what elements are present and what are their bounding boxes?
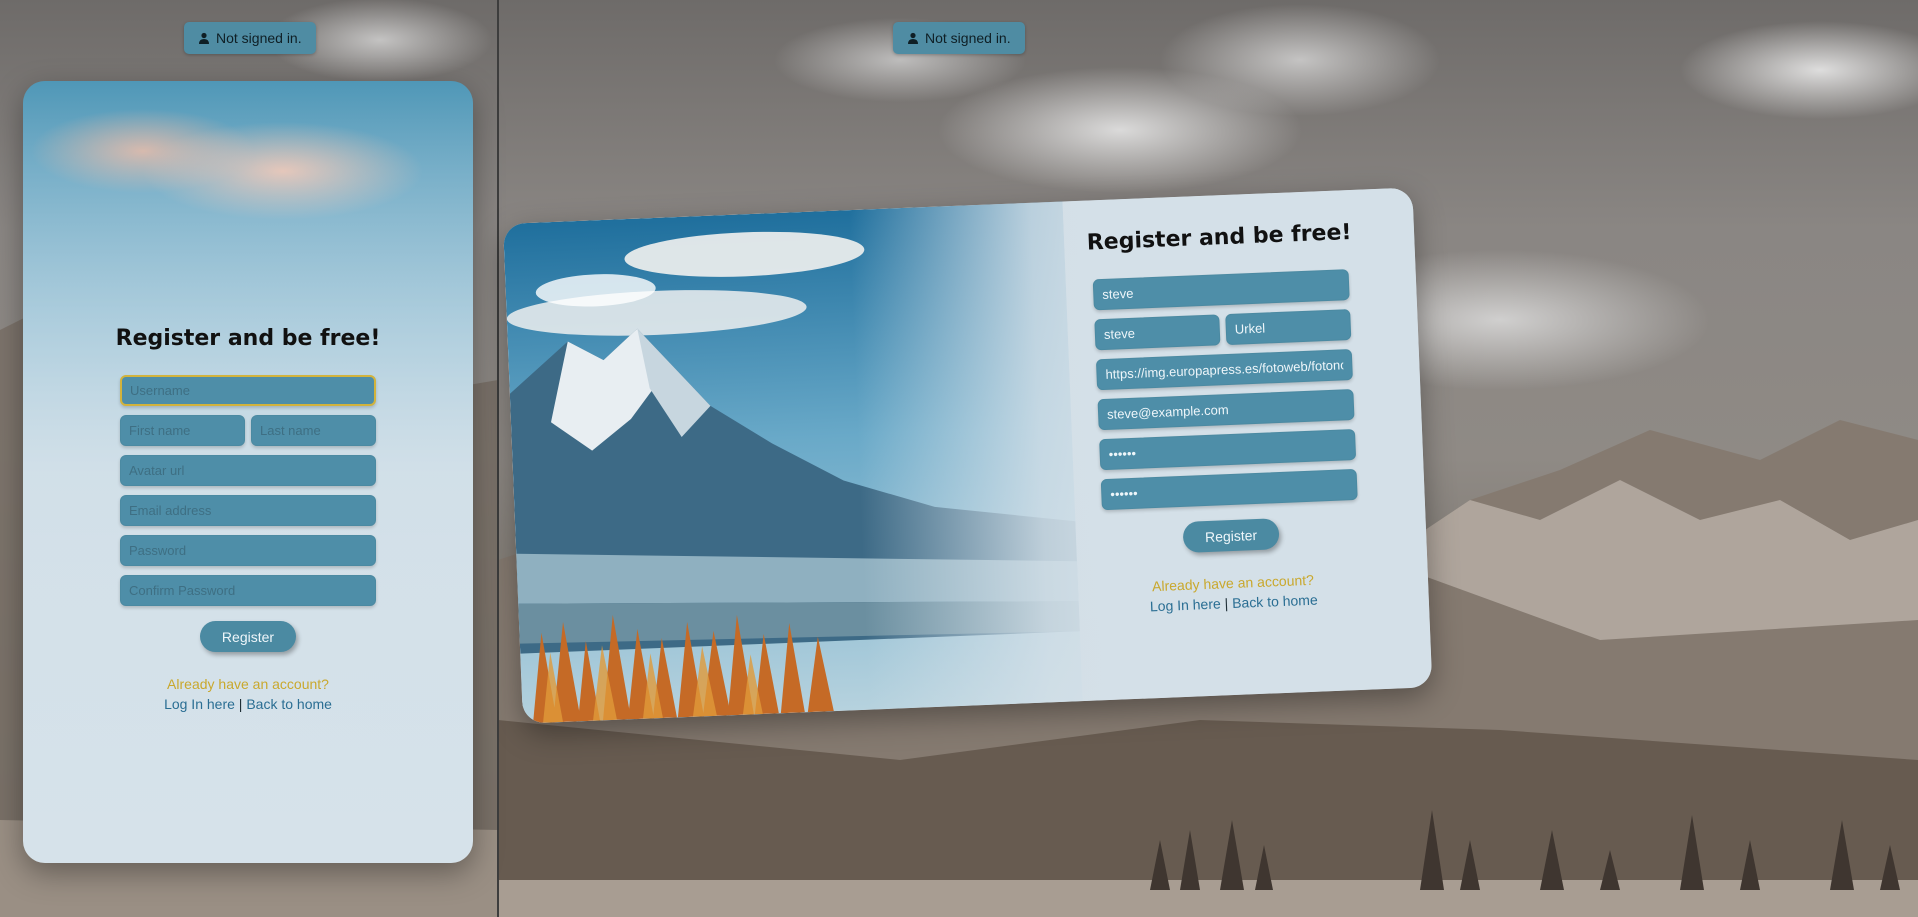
email-input[interactable] bbox=[1097, 389, 1355, 431]
register-card-desktop: Register and be free! Register Already h… bbox=[503, 187, 1433, 724]
signed-in-status-left: Not signed in. bbox=[184, 22, 316, 54]
confirm-password-input[interactable] bbox=[120, 575, 376, 606]
login-link[interactable]: Log In here bbox=[1150, 596, 1221, 615]
first-name-input[interactable] bbox=[120, 415, 245, 446]
password-input[interactable] bbox=[1099, 428, 1357, 471]
first-name-input[interactable] bbox=[1094, 314, 1221, 351]
already-have-account-text: Already have an account? bbox=[167, 676, 329, 692]
username-input[interactable] bbox=[120, 375, 376, 406]
status-label: Not signed in. bbox=[925, 30, 1011, 46]
user-icon bbox=[199, 32, 209, 44]
register-form-filled: Register and be free! Register Already h… bbox=[1034, 218, 1419, 619]
home-link[interactable]: Back to home bbox=[1232, 592, 1318, 611]
auth-links: Log In here | Back to home bbox=[23, 696, 473, 712]
form-title: Register and be free! bbox=[115, 326, 381, 351]
login-link[interactable]: Log In here bbox=[164, 696, 235, 712]
username-input[interactable] bbox=[1092, 269, 1350, 311]
link-separator: | bbox=[1224, 595, 1229, 612]
home-link[interactable]: Back to home bbox=[246, 696, 332, 712]
password-input[interactable] bbox=[120, 535, 376, 566]
avatar-url-input[interactable] bbox=[120, 455, 376, 486]
register-button[interactable]: Register bbox=[200, 621, 296, 652]
last-name-input[interactable] bbox=[251, 415, 376, 446]
confirm-password-input[interactable] bbox=[1100, 468, 1358, 511]
signed-in-status-right: Not signed in. bbox=[893, 22, 1025, 54]
user-icon bbox=[908, 32, 918, 44]
link-separator: | bbox=[238, 696, 243, 712]
last-name-input[interactable] bbox=[1225, 309, 1352, 346]
email-input[interactable] bbox=[120, 495, 376, 526]
register-button[interactable]: Register bbox=[1182, 518, 1280, 553]
viewport-divider bbox=[497, 0, 499, 917]
name-row bbox=[120, 415, 376, 455]
register-card-mobile: Register and be free! Register Already h… bbox=[23, 81, 473, 863]
status-label: Not signed in. bbox=[216, 30, 302, 46]
register-form: Register and be free! Register Already h… bbox=[23, 326, 473, 712]
